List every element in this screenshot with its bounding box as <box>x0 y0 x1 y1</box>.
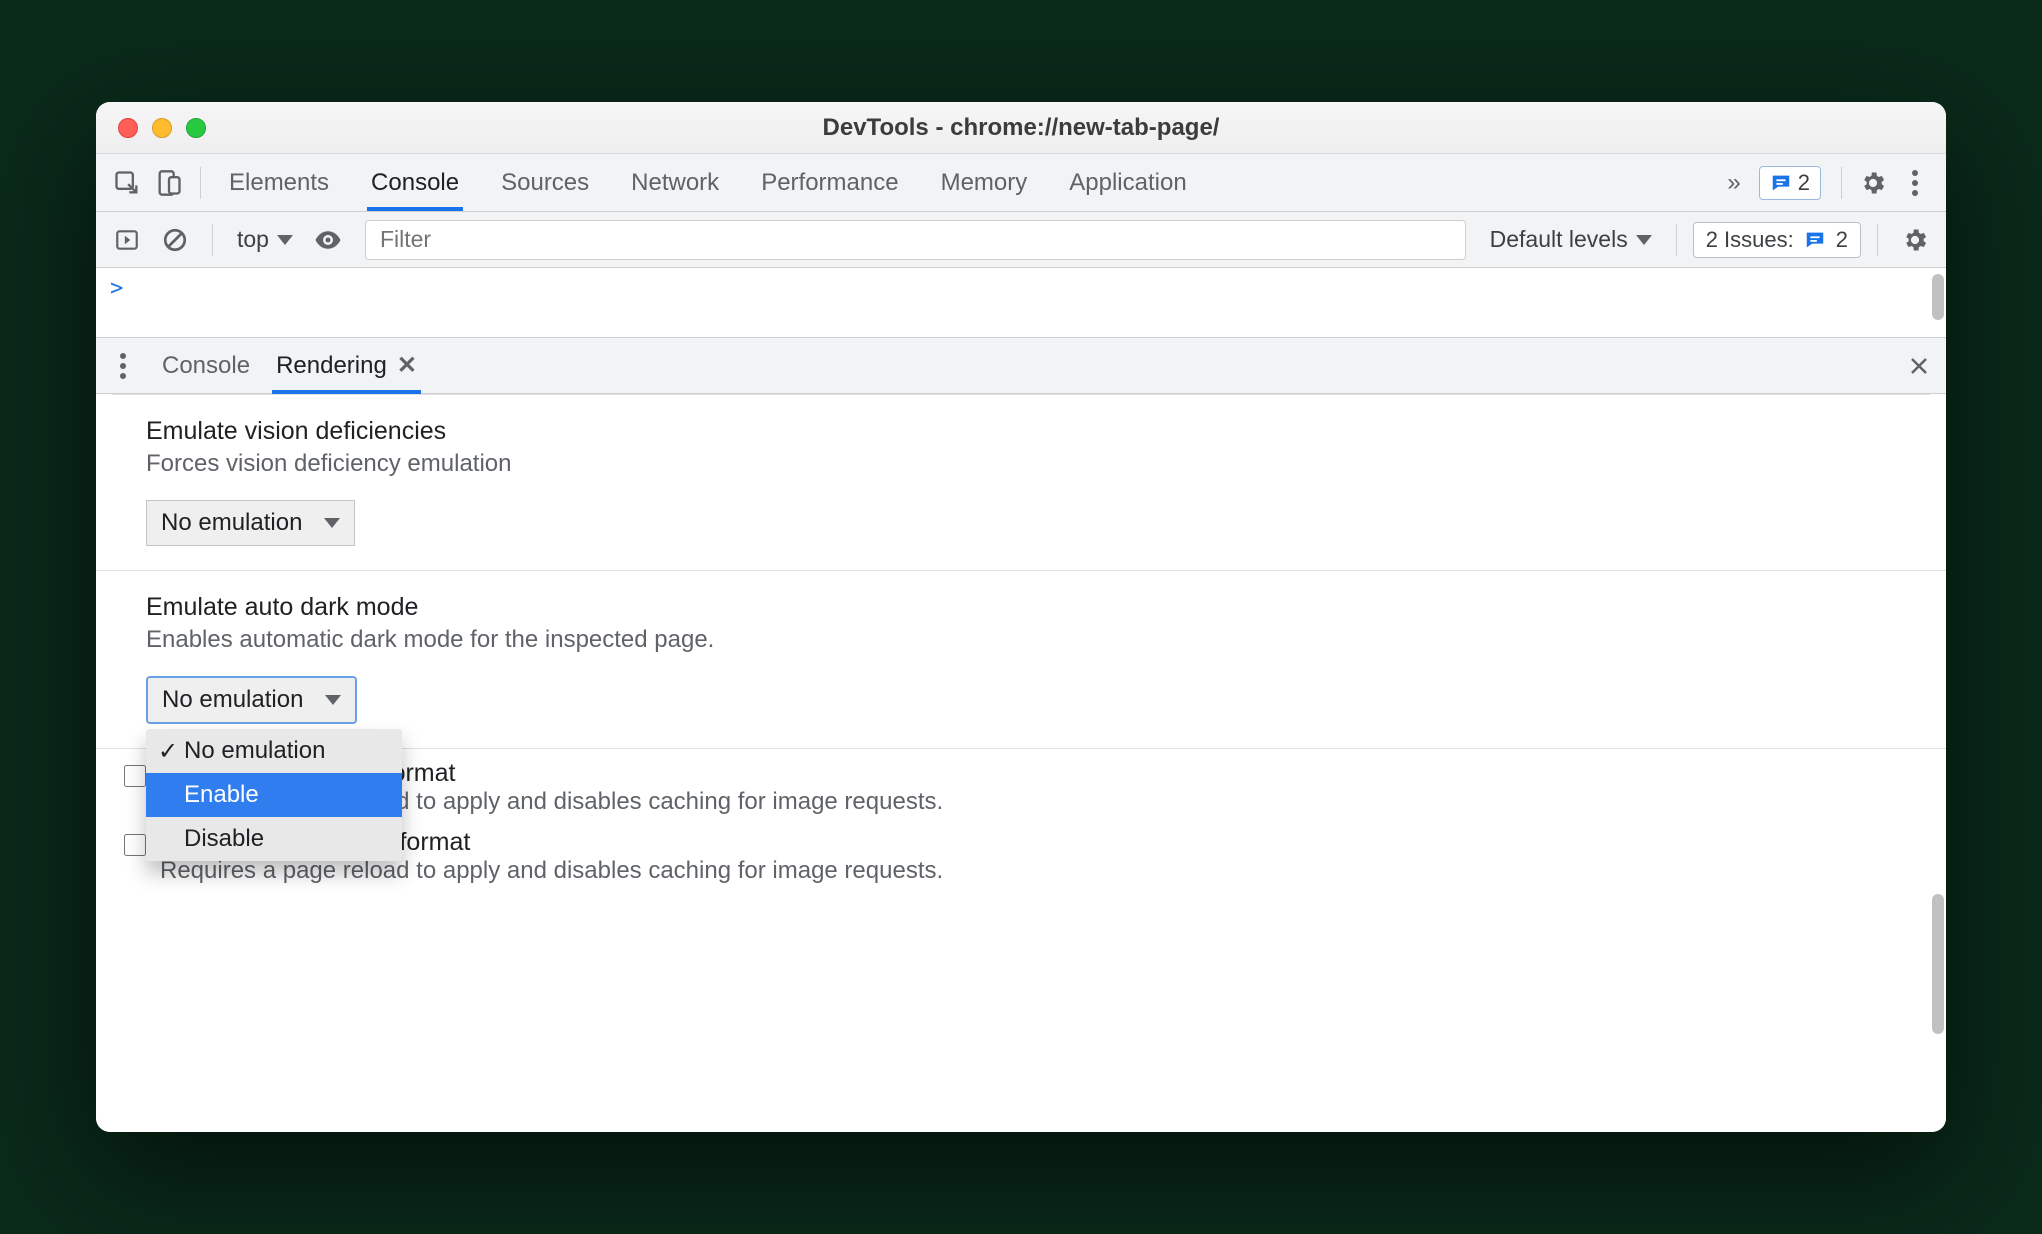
log-levels-selector[interactable]: Default levels <box>1482 226 1660 253</box>
chevron-down-icon <box>277 235 293 245</box>
section-desc: Enables automatic dark mode for the insp… <box>146 626 1896 654</box>
drawer-more-icon[interactable] <box>106 345 140 387</box>
close-tab-icon[interactable]: ✕ <box>397 351 417 380</box>
chevron-down-icon <box>324 518 340 528</box>
divider <box>200 167 201 199</box>
tab-memory[interactable]: Memory <box>937 155 1032 211</box>
vision-deficiency-select[interactable]: No emulation <box>146 500 355 546</box>
drawer-tab-rendering[interactable]: Rendering ✕ <box>272 337 421 394</box>
context-selector[interactable]: top <box>229 226 301 253</box>
devtools-window: DevTools - chrome://new-tab-page/ Elemen… <box>96 102 1946 1132</box>
dropdown-option-enable[interactable]: Enable <box>146 773 402 817</box>
scrollbar-thumb[interactable] <box>1932 274 1944 320</box>
section-vision-deficiencies: Emulate vision deficiencies Forces visio… <box>96 395 1946 571</box>
more-menu-icon[interactable] <box>1894 162 1936 204</box>
window-title: DevTools - chrome://new-tab-page/ <box>96 114 1946 142</box>
disable-webp-checkbox[interactable] <box>124 834 146 856</box>
select-value: No emulation <box>161 509 302 537</box>
select-value: No emulation <box>162 686 303 714</box>
live-expression-icon[interactable] <box>307 219 349 261</box>
message-icon <box>1804 229 1826 251</box>
close-drawer-icon[interactable] <box>1902 345 1936 387</box>
filter-input[interactable] <box>365 220 1466 260</box>
main-tabs: Elements Console Sources Network Perform… <box>225 155 1719 211</box>
messages-badge[interactable]: 2 <box>1759 166 1821 200</box>
divider <box>1676 224 1677 256</box>
levels-label: Default levels <box>1490 226 1628 253</box>
toggle-sidebar-icon[interactable] <box>106 219 148 261</box>
drawer-tab-label: Console <box>162 352 250 380</box>
rendering-panel: Emulate vision deficiencies Forces visio… <box>96 394 1946 1132</box>
section-title: Emulate auto dark mode <box>146 593 1896 622</box>
message-icon <box>1770 172 1792 194</box>
prompt-chevron-icon: > <box>110 276 123 301</box>
clear-console-icon[interactable] <box>154 219 196 261</box>
auto-dark-mode-select[interactable]: No emulation <box>146 676 357 724</box>
dropdown-option-disable[interactable]: Disable <box>146 817 402 861</box>
console-prompt[interactable]: > <box>96 268 1946 338</box>
settings-icon[interactable] <box>1852 162 1894 204</box>
titlebar: DevTools - chrome://new-tab-page/ <box>96 102 1946 154</box>
divider <box>1841 167 1842 199</box>
tab-performance[interactable]: Performance <box>757 155 902 211</box>
issues-text: 2 Issues: <box>1706 227 1794 253</box>
context-label: top <box>237 226 269 253</box>
section-desc: Forces vision deficiency emulation <box>146 450 1896 478</box>
chevron-down-icon <box>1636 235 1652 245</box>
divider <box>1877 224 1878 256</box>
dropdown-option-no-emulation[interactable]: No emulation <box>146 729 402 773</box>
checkbox-desc: Requires a page reload to apply and disa… <box>160 857 943 885</box>
section-auto-dark-mode: Emulate auto dark mode Enables automatic… <box>96 571 1946 749</box>
tabs-overflow-icon[interactable]: » <box>1719 169 1748 197</box>
section-title: Emulate vision deficiencies <box>146 417 1896 446</box>
auto-dark-mode-dropdown: No emulation Enable Disable <box>146 729 402 861</box>
tab-application[interactable]: Application <box>1065 155 1190 211</box>
inspect-element-icon[interactable] <box>106 162 148 204</box>
drawer-tab-console[interactable]: Console <box>158 338 254 394</box>
scrollbar-thumb[interactable] <box>1932 894 1944 1034</box>
drawer-tab-label: Rendering <box>276 352 387 380</box>
messages-badge-count: 2 <box>1798 170 1810 196</box>
console-settings-icon[interactable] <box>1894 219 1936 261</box>
issues-count: 2 <box>1836 227 1848 253</box>
tab-sources[interactable]: Sources <box>497 155 593 211</box>
tab-network[interactable]: Network <box>627 155 723 211</box>
chevron-down-icon <box>325 695 341 705</box>
main-tabs-bar: Elements Console Sources Network Perform… <box>96 154 1946 212</box>
tab-console[interactable]: Console <box>367 155 463 211</box>
console-filter-bar: top Default levels 2 Issues: 2 <box>96 212 1946 268</box>
drawer-tabs-bar: Console Rendering ✕ <box>96 338 1946 394</box>
issues-counter[interactable]: 2 Issues: 2 <box>1693 222 1861 258</box>
divider <box>212 224 213 256</box>
device-toolbar-icon[interactable] <box>148 162 190 204</box>
tab-elements[interactable]: Elements <box>225 155 333 211</box>
